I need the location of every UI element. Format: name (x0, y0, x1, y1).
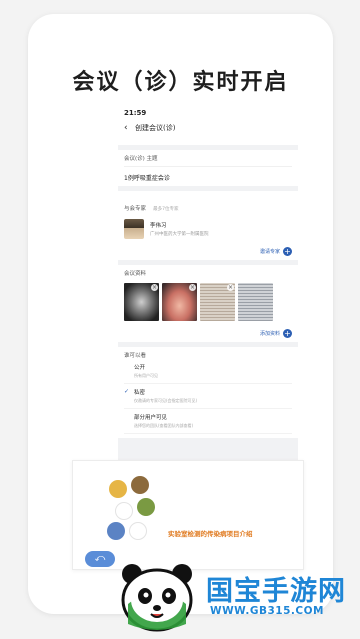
panda-logo-icon (121, 564, 193, 632)
expert-org: 广州中医药大学第一附属医院 (150, 232, 209, 237)
phone-screen: 21:59 ‹ 创建会议(诊) 会议(诊) 主题 1例呼吸重症会诊 与会专家 最… (118, 105, 298, 470)
close-icon[interactable]: × (189, 284, 196, 291)
back-arrow-icon[interactable]: ‹ (124, 123, 132, 133)
option-label: 部分用户可见 (134, 415, 168, 421)
page-title: 创建会议(诊) (135, 124, 176, 132)
watermark-brand: 国宝手游网 (206, 576, 346, 607)
topic-section: 会议(诊) 主题 1例呼吸重症会诊 (118, 150, 298, 186)
option-label: 公开 (134, 365, 146, 371)
materials-thumbnails: × × × (124, 283, 292, 321)
expert-name: 李伟习 (150, 223, 167, 229)
visibility-option-private[interactable]: ✓ 私密 仅邀请的专家可见(会指定医院可见) (124, 384, 292, 409)
document-image[interactable]: × (200, 283, 235, 321)
xray-image[interactable]: × (124, 283, 159, 321)
close-icon[interactable]: × (151, 284, 158, 291)
option-desc: 选择您的团队(查看团队内部查看) (134, 423, 194, 428)
materials-section: 会议资料 × × × 添加资料 + (118, 265, 298, 342)
app-store-screenshot: 会议（诊）实时开启 21:59 ‹ 创建会议(诊) 会议(诊) 主题 1例呼吸重… (0, 0, 360, 639)
visibility-label: 谁可以看 (124, 353, 147, 359)
invite-expert-label: 邀请专家 (259, 249, 280, 255)
watermark-url: WWW.GB315.COM (210, 605, 324, 617)
option-desc: 所有用户可见 (134, 373, 158, 378)
topic-label: 会议(诊) 主题 (124, 156, 158, 162)
experts-hint: 最多7位专家 (153, 207, 179, 212)
option-label: 私密 (134, 390, 146, 396)
plus-icon: + (283, 329, 292, 338)
add-material-label: 添加资料 (259, 331, 280, 337)
expert-card[interactable]: 李伟习 广州中医药大学第一附属医院 (124, 219, 292, 239)
hexagon-icon (107, 522, 125, 540)
visibility-option-public[interactable]: 公开 所有用户可见 (124, 359, 292, 384)
hexagon-icon (131, 476, 149, 494)
materials-label: 会议资料 (124, 271, 147, 277)
hexagon-icon (115, 502, 133, 520)
document-image[interactable] (238, 283, 273, 321)
add-material-button[interactable]: 添加资料 + (124, 329, 292, 338)
hexagon-icon (129, 522, 147, 540)
plus-icon: + (283, 247, 292, 256)
promo-title: 会议（诊）实时开启 (72, 70, 289, 95)
avatar (124, 219, 144, 239)
option-desc: 仅邀请的专家可见(会指定医院可见) (134, 398, 198, 403)
status-time: 21:59 (124, 109, 147, 117)
nav-bar: ‹ 创建会议(诊) (124, 123, 292, 133)
tongue-image[interactable]: × (162, 283, 197, 321)
close-icon[interactable]: × (227, 284, 234, 291)
checkmark-icon: ✓ (124, 388, 130, 395)
share-icon: ⤺ (94, 553, 106, 564)
hexagon-icon (109, 480, 127, 498)
hexagon-diagram (101, 476, 161, 546)
header: 21:59 ‹ 创建会议(诊) (118, 105, 298, 145)
experts-label: 与会专家 (124, 206, 147, 212)
hexagon-icon (137, 498, 155, 516)
visibility-section: 谁可以看 公开 所有用户可见 ✓ 私密 仅邀请的专家可见(会指定医院可见) 部分… (118, 347, 298, 438)
experts-section: 与会专家 最多7位专家 李伟习 广州中医药大学第一附属医院 邀请专家 + (118, 191, 298, 260)
topic-input[interactable]: 1例呼吸重症会诊 (124, 166, 292, 182)
slide-caption: 实验室检测的传染病项目介绍 (168, 530, 253, 538)
visibility-option-partial[interactable]: 部分用户可见 选择您的团队(查看团队内部查看) (124, 409, 292, 434)
invite-expert-button[interactable]: 邀请专家 + (124, 247, 292, 256)
share-button[interactable]: ⤺ (85, 551, 115, 567)
